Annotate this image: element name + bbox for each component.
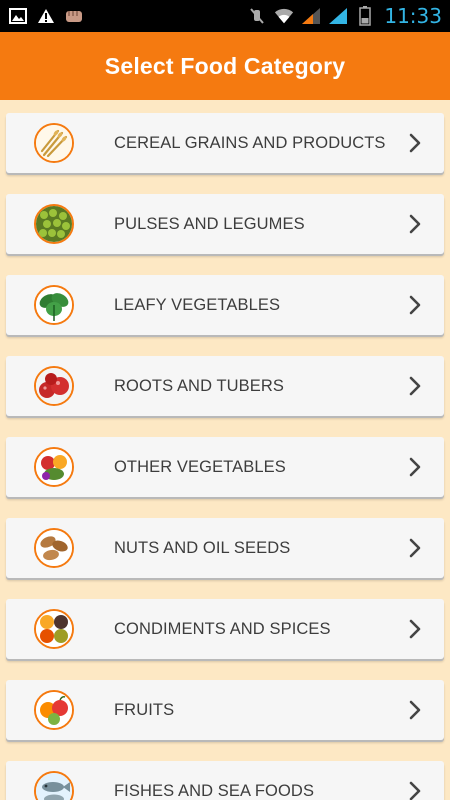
chevron-right-icon [408, 214, 422, 234]
image-icon [8, 7, 28, 25]
category-label: FISHES AND SEA FOODS [114, 782, 315, 800]
warning-icon [36, 7, 56, 25]
peas-icon [34, 204, 74, 244]
category-label: ROOTS AND TUBERS [114, 377, 284, 395]
chevron-right-icon [408, 376, 422, 396]
category-item-roots-tubers[interactable]: ROOTS AND TUBERS [6, 356, 444, 416]
wifi-icon [274, 7, 294, 25]
category-item-leafy-vegetables[interactable]: LEAFY VEGETABLES [6, 275, 444, 335]
clock: 11:33 [384, 4, 442, 28]
spices-icon [34, 609, 74, 649]
fruits-icon [34, 690, 74, 730]
category-item-pulses[interactable]: PULSES AND LEGUMES [6, 194, 444, 254]
spinach-icon [34, 285, 74, 325]
category-item-fruits[interactable]: FRUITS [6, 680, 444, 740]
category-list: CEREAL GRAINS AND PRODUCTS PULSES AND LE… [0, 100, 450, 800]
chevron-right-icon [408, 619, 422, 639]
chevron-right-icon [408, 700, 422, 720]
battery-icon [355, 6, 375, 26]
category-label: NUTS AND OIL SEEDS [114, 539, 291, 557]
mute-icon [247, 7, 267, 25]
category-item-cereal-grains[interactable]: CEREAL GRAINS AND PRODUCTS [6, 113, 444, 173]
wheat-icon [34, 123, 74, 163]
app-header: Select Food Category [0, 32, 450, 100]
category-item-other-vegetables[interactable]: OTHER VEGETABLES [6, 437, 444, 497]
category-label: FRUITS [114, 701, 175, 719]
almond-icon [34, 528, 74, 568]
category-item-condiments-spices[interactable]: CONDIMENTS AND SPICES [6, 599, 444, 659]
status-bar: 11:33 [0, 0, 450, 32]
category-label: LEAFY VEGETABLES [114, 296, 281, 314]
chevron-right-icon [408, 457, 422, 477]
category-item-nuts-oil-seeds[interactable]: NUTS AND OIL SEEDS [6, 518, 444, 578]
chevron-right-icon [408, 295, 422, 315]
category-label: PULSES AND LEGUMES [114, 215, 305, 233]
radish-icon [34, 366, 74, 406]
vegetables-icon [34, 447, 74, 487]
category-label: CEREAL GRAINS AND PRODUCTS [114, 134, 386, 152]
signal-icon [328, 7, 348, 25]
page-title: Select Food Category [104, 52, 346, 79]
chevron-right-icon [408, 133, 422, 153]
chevron-right-icon [408, 781, 422, 800]
category-label: OTHER VEGETABLES [114, 458, 286, 476]
fish-icon [34, 771, 74, 800]
category-item-fishes-sea-foods[interactable]: FISHES AND SEA FOODS [6, 761, 444, 800]
signal-icon [301, 7, 321, 25]
category-label: CONDIMENTS AND SPICES [114, 620, 331, 638]
fist-icon [64, 7, 84, 25]
chevron-right-icon [408, 538, 422, 558]
